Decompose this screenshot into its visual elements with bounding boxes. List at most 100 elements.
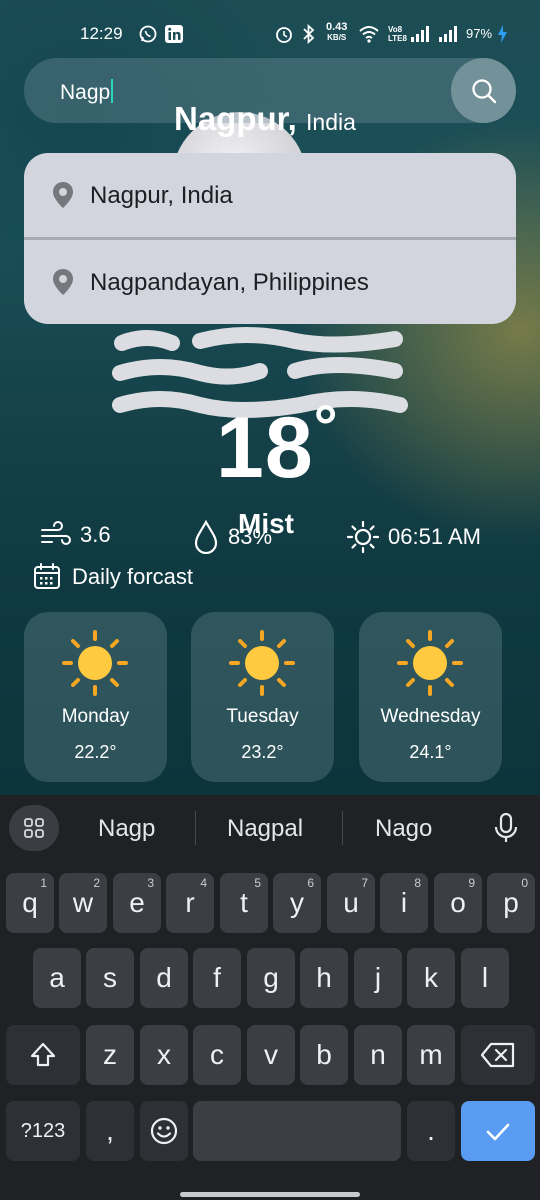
key-d[interactable]: d <box>140 948 188 1008</box>
key-label: q <box>22 887 38 918</box>
keyboard-suggestion[interactable]: Nagp <box>98 815 155 843</box>
network-speed: 0.43 KB/S <box>326 22 347 43</box>
keyboard-suggestion[interactable]: Nagpal <box>227 815 303 843</box>
key-label: w <box>72 887 94 918</box>
key-label: l <box>481 962 489 993</box>
key-k[interactable]: k <box>407 948 455 1008</box>
weather-app: 12:29 0.43 KB/S Vo8 LTE8 97% Nagp Nagpur… <box>0 0 540 795</box>
shift-key[interactable] <box>6 1025 80 1085</box>
sun-icon <box>62 630 128 696</box>
suggestion-label: Nagpur, India <box>90 181 233 209</box>
microphone-icon[interactable] <box>493 812 519 844</box>
enter-key[interactable] <box>461 1101 535 1161</box>
forecast-temp: 22.2° <box>74 742 117 762</box>
location-pin-icon <box>53 269 73 295</box>
key-label: f <box>213 962 221 993</box>
key-label: n <box>370 1039 386 1070</box>
key-h[interactable]: h <box>300 948 348 1008</box>
country-name: India <box>306 109 356 135</box>
period-key[interactable]: . <box>407 1101 455 1161</box>
key-label: s <box>103 962 117 993</box>
key-u[interactable]: u7 <box>327 873 375 933</box>
key-label: h <box>316 962 332 993</box>
key-v[interactable]: v <box>247 1025 295 1085</box>
search-button[interactable] <box>451 58 516 123</box>
shift-icon <box>30 1042 56 1067</box>
keyboard-menu-button[interactable] <box>9 805 59 851</box>
forecast-temp: 23.2° <box>241 742 284 762</box>
key-hint: 5 <box>254 876 261 890</box>
emoji-key[interactable] <box>140 1101 188 1161</box>
key-p[interactable]: p0 <box>487 873 535 933</box>
signal-strength-icon <box>410 24 432 49</box>
forecast-day: Monday <box>61 706 130 727</box>
key-b[interactable]: b <box>300 1025 348 1085</box>
key-l[interactable]: l <box>461 948 509 1008</box>
key-q[interactable]: q1 <box>6 873 54 933</box>
sun-icon <box>229 630 295 696</box>
suggestion-item[interactable]: Nagpandayan, Philippines <box>24 240 516 324</box>
space-key[interactable] <box>193 1101 401 1161</box>
apps-grid-icon <box>24 818 44 838</box>
sunrise-time: 06:51 AM <box>388 524 481 549</box>
forecast-card-monday[interactable]: Monday 22.2° <box>24 612 167 782</box>
key-n[interactable]: n <box>354 1025 402 1085</box>
key-g[interactable]: g <box>247 948 295 1008</box>
key-label: c <box>210 1039 224 1070</box>
wifi-icon <box>358 24 380 49</box>
suggestion-label: Nagpandayan, Philippines <box>90 268 369 296</box>
gesture-navigation-bar[interactable] <box>180 1192 360 1197</box>
backspace-icon <box>480 1042 515 1068</box>
key-label: k <box>424 962 438 993</box>
key-m[interactable]: m <box>407 1025 455 1085</box>
calendar-icon <box>34 563 60 589</box>
humidity-stat: 83% <box>192 520 272 554</box>
bluetooth-icon <box>300 23 318 49</box>
forecast-card-wednesday[interactable]: Wednesday 24.1° <box>359 612 502 782</box>
key-z[interactable]: z <box>86 1025 134 1085</box>
key-label: b <box>316 1039 332 1070</box>
key-e[interactable]: e3 <box>113 873 161 933</box>
network-speed-value: 0.43 <box>326 21 348 33</box>
key-i[interactable]: i8 <box>380 873 428 933</box>
key-r[interactable]: r4 <box>166 873 214 933</box>
keyboard-suggestion[interactable]: Nago <box>375 815 432 843</box>
location-title: Nagpur, India <box>174 100 356 138</box>
lte-label: LTE8 <box>388 34 407 43</box>
wind-stat: 3.6 <box>40 520 111 550</box>
checkmark-icon <box>486 1123 510 1141</box>
search-query: Nagp <box>60 81 111 104</box>
current-temperature: 18° <box>216 392 339 498</box>
key-o[interactable]: o9 <box>434 873 482 933</box>
key-y[interactable]: y6 <box>273 873 321 933</box>
key-hint: 7 <box>361 876 368 890</box>
sunrise-stat: 06:51 AM <box>346 520 481 554</box>
key-j[interactable]: j <box>354 948 402 1008</box>
key-label: p <box>503 887 519 918</box>
wind-speed-value: 3.6 <box>80 522 111 547</box>
key-hint: 9 <box>468 876 475 890</box>
key-w[interactable]: w2 <box>59 873 107 933</box>
forecast-card-tuesday[interactable]: Tuesday 23.2° <box>191 612 334 782</box>
key-f[interactable]: f <box>193 948 241 1008</box>
alarm-icon <box>274 24 294 49</box>
comma-key[interactable]: , <box>86 1101 134 1161</box>
key-x[interactable]: x <box>140 1025 188 1085</box>
key-label: y <box>290 887 304 918</box>
key-t[interactable]: t5 <box>220 873 268 933</box>
key-c[interactable]: c <box>193 1025 241 1085</box>
degree-symbol: ° <box>313 393 339 460</box>
suggestion-item[interactable]: Nagpur, India <box>24 153 516 238</box>
key-a[interactable]: a <box>33 948 81 1008</box>
key-s[interactable]: s <box>86 948 134 1008</box>
key-label: d <box>156 962 172 993</box>
key-hint: 8 <box>414 876 421 890</box>
key-label: , <box>106 1115 114 1146</box>
symbols-key[interactable]: ?123 <box>6 1101 80 1161</box>
linkedin-icon <box>164 24 184 49</box>
forecast-day: Wednesday <box>380 706 481 727</box>
volte-indicator: Vo8 LTE8 <box>388 25 407 43</box>
search-input[interactable]: Nagp <box>60 79 114 105</box>
key-hint: 1 <box>40 876 47 890</box>
backspace-key[interactable] <box>461 1025 535 1085</box>
